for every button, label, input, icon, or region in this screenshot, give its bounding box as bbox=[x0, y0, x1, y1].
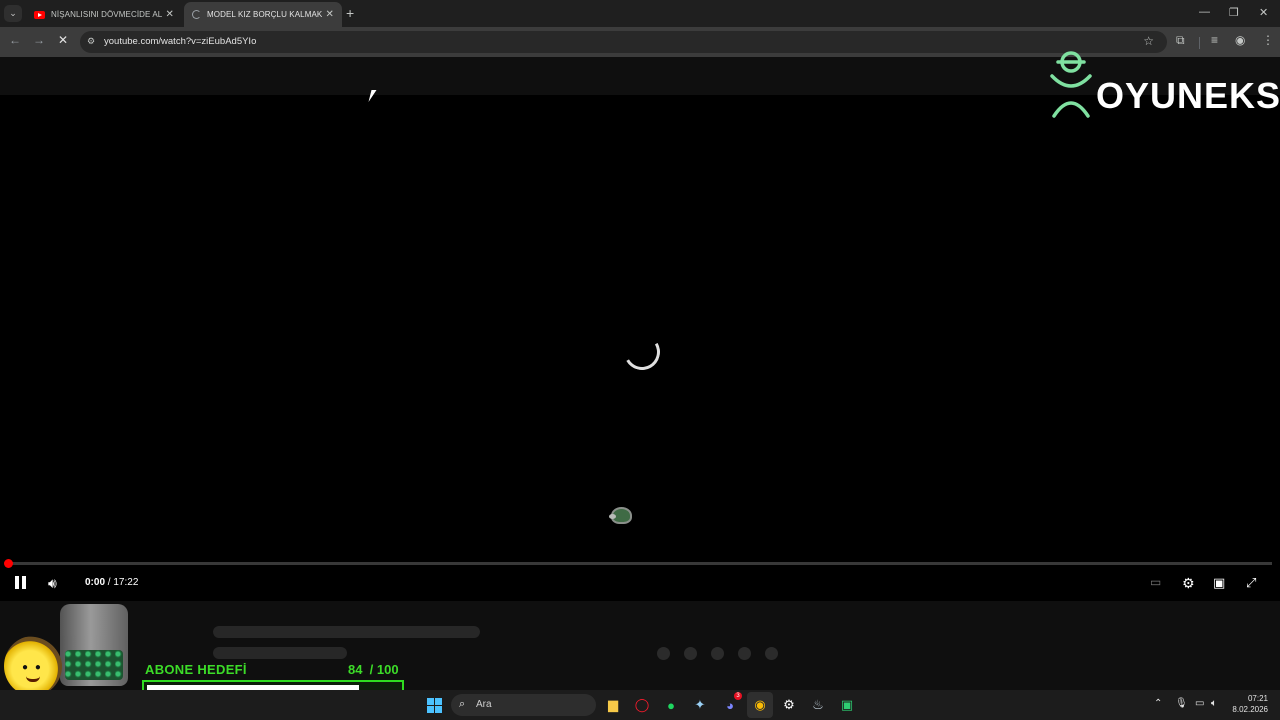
display-icon[interactable]: ▭ bbox=[1195, 698, 1204, 709]
current-time: 0:00 bbox=[85, 577, 106, 588]
clock-date: 8.02.2026 bbox=[1232, 705, 1268, 714]
tab-search-button[interactable]: ⌄ bbox=[4, 5, 22, 22]
close-tab-icon[interactable]: ✕ bbox=[166, 9, 174, 20]
search-label: Ara bbox=[476, 699, 492, 710]
fullscreen-icon[interactable]: ⤢ bbox=[1246, 575, 1256, 591]
emoji-avatar-icon: ● ● bbox=[4, 636, 62, 696]
search-icon: ⌕ bbox=[459, 698, 466, 710]
spotify-icon[interactable]: ● bbox=[661, 695, 681, 715]
forward-icon[interactable]: → bbox=[33, 33, 45, 47]
streaming-app-icon[interactable]: ▣ bbox=[837, 695, 857, 715]
file-explorer-icon[interactable]: ▆ bbox=[603, 695, 623, 715]
taskbar-search[interactable]: ⌕ Ara bbox=[451, 694, 596, 716]
system-clock[interactable]: 07:21 8.02.2026 bbox=[1232, 693, 1268, 715]
tab-model-kiz[interactable]: MODEL KIZ BORÇLU KALMAK İ ✕ bbox=[184, 2, 342, 27]
close-window-icon[interactable]: ✕ bbox=[1259, 6, 1268, 19]
extensions-icon[interactable]: ⧉ bbox=[1176, 33, 1185, 48]
close-tab-icon[interactable]: ✕ bbox=[326, 9, 334, 20]
title-skeleton bbox=[213, 626, 480, 638]
duration: / 17:22 bbox=[107, 577, 139, 588]
windows-logo-icon bbox=[426, 697, 442, 713]
url-text[interactable]: youtube.com/watch?v=ziEubAd5YIo bbox=[104, 36, 256, 47]
goal-title: ABONE HEDEFİ bbox=[145, 662, 247, 677]
toolbar-divider bbox=[1199, 37, 1200, 49]
site-info-icon[interactable]: ⚙ bbox=[87, 36, 95, 47]
channel-skeleton bbox=[213, 647, 347, 659]
tab-nisanlisini[interactable]: NİŞANLISINI DÖVMECİDE ALDA ✕ bbox=[26, 2, 182, 27]
youtube-favicon-icon bbox=[34, 10, 45, 19]
loading-icon bbox=[192, 10, 201, 19]
app-icon[interactable]: ✦ bbox=[690, 695, 710, 715]
theater-mode-icon[interactable]: ▣ bbox=[1213, 575, 1225, 591]
discord-icon[interactable]: ◕ 3 bbox=[720, 692, 742, 715]
windows-taskbar: ⌕ Ara ▆ ◯ ● ✦ ◕ 3 ◉ ⚙ ♨ ▣ ⌃ 🎙︎ ▭ 🔈︎ 07:21… bbox=[0, 690, 1280, 720]
tab-title: NİŞANLISINI DÖVMECİDE ALDA bbox=[51, 10, 162, 19]
coin-jar-icon bbox=[60, 604, 128, 686]
address-bar[interactable]: ⚙ youtube.com/watch?v=ziEubAd5YIo ☆ bbox=[80, 31, 1167, 53]
action-skeleton-dots bbox=[657, 647, 778, 660]
menu-icon[interactable]: ⋮ bbox=[1262, 33, 1274, 47]
stop-loading-icon[interactable]: ✕ bbox=[58, 33, 68, 47]
pause-button[interactable] bbox=[15, 576, 27, 589]
goal-count: 84 / 100 bbox=[348, 662, 399, 677]
speaker-icon[interactable]: 🔈︎ bbox=[1211, 698, 1217, 709]
subtitles-icon[interactable]: ▭ bbox=[1150, 575, 1161, 589]
settings-icon[interactable]: ⚙ bbox=[1182, 575, 1195, 592]
steam-icon[interactable]: ♨ bbox=[808, 695, 828, 715]
opera-icon[interactable]: ◯ bbox=[632, 695, 652, 715]
bookmark-star-icon[interactable]: ☆ bbox=[1143, 34, 1154, 48]
clock-time: 07:21 bbox=[1247, 694, 1268, 703]
tab-title: MODEL KIZ BORÇLU KALMAK İ bbox=[207, 10, 322, 19]
volume-icon[interactable]: 🔊︎ bbox=[48, 575, 57, 592]
oyuneks-logo: OYUNEKS bbox=[1046, 50, 1280, 120]
time-display: 0:00 / 17:22 bbox=[85, 577, 138, 588]
progress-bar[interactable] bbox=[8, 562, 1272, 565]
tab-strip: ⌄ NİŞANLISINI DÖVMECİDE ALDA ✕ MODEL KIZ… bbox=[0, 0, 1280, 27]
logo-wordmark: OYUNEKS bbox=[1096, 75, 1280, 116]
steelseries-icon[interactable]: ⚙ bbox=[779, 695, 799, 715]
notification-badge: 3 bbox=[734, 692, 742, 700]
minimize-icon[interactable]: — bbox=[1199, 6, 1210, 18]
tray-overflow-icon[interactable]: ⌃ bbox=[1154, 698, 1162, 709]
profile-icon[interactable]: ◉ bbox=[1235, 33, 1245, 47]
microphone-icon[interactable]: 🎙︎ bbox=[1175, 698, 1188, 709]
back-icon[interactable]: ← bbox=[9, 33, 21, 47]
start-button[interactable] bbox=[424, 695, 444, 715]
oyuneks-mascot-icon bbox=[1050, 51, 1092, 118]
new-tab-button[interactable]: + bbox=[346, 5, 354, 21]
youtube-page bbox=[0, 57, 1280, 695]
restore-icon[interactable]: ❐ bbox=[1229, 6, 1239, 19]
scrubber-handle[interactable] bbox=[4, 559, 13, 568]
chrome-icon[interactable]: ◉ bbox=[750, 695, 770, 715]
media-control-icon[interactable]: ≡ bbox=[1211, 33, 1218, 47]
chevron-down-icon: ⌄ bbox=[9, 8, 17, 18]
turtle-sticker-icon bbox=[609, 507, 632, 524]
